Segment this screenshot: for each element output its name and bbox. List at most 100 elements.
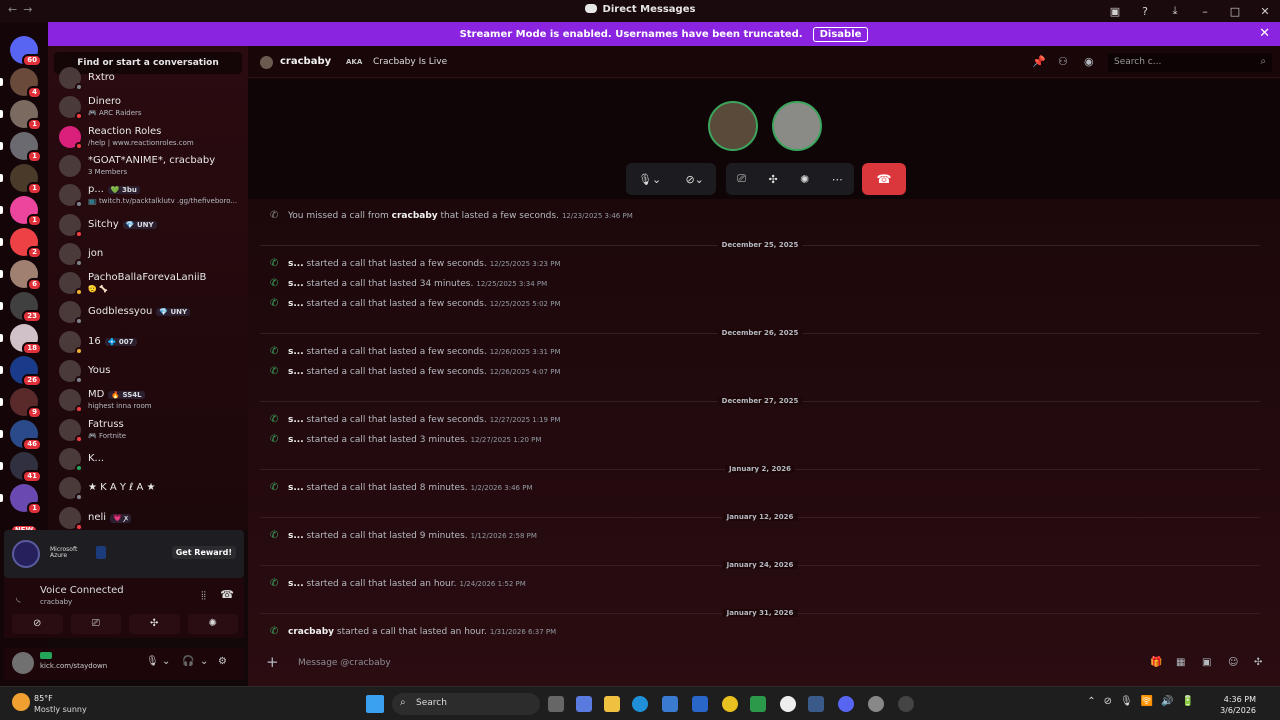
chrome-icon[interactable] <box>722 696 738 712</box>
soundboard-icon[interactable]: ✺ <box>187 614 238 634</box>
dm-item[interactable]: Fatruss 🎮 Fortnite <box>56 416 244 444</box>
message-author[interactable]: s... <box>288 415 304 425</box>
server-icon[interactable]: 18 <box>10 324 42 355</box>
dm-item[interactable]: ★ K A Y ℓ A ★ <box>56 474 244 502</box>
message-author[interactable]: s... <box>288 367 304 377</box>
apps-icon[interactable]: ✣ <box>1254 657 1262 668</box>
dm-item[interactable]: MD 🔥 SS4L highest inna room <box>56 386 244 414</box>
message-author[interactable]: s... <box>288 531 304 541</box>
signal-icon[interactable]: ◟ <box>16 590 21 604</box>
close-banner-icon[interactable]: ✕ <box>1259 26 1270 41</box>
message-timestamp[interactable]: 12/25/2025 3:23 PM <box>490 260 561 268</box>
chevron-down-icon[interactable]: ⌄ <box>162 656 170 667</box>
outlook-icon[interactable] <box>692 696 708 712</box>
server-icon[interactable]: 1 <box>10 164 42 195</box>
dm-item[interactable]: Sitchy 💎 UNY <box>56 211 244 239</box>
server-icon[interactable]: 46 <box>10 420 42 451</box>
message-timestamp[interactable]: 1/12/2026 2:58 PM <box>471 532 537 540</box>
app-icon[interactable] <box>898 696 914 712</box>
message-author[interactable]: s... <box>288 259 304 269</box>
message-author[interactable]: cracbaby <box>392 211 438 221</box>
start-button[interactable] <box>366 695 384 713</box>
server-icon[interactable]: 26 <box>10 356 42 387</box>
server-icon[interactable]: 1 <box>10 196 42 227</box>
inbox-icon[interactable]: ▣ <box>1100 5 1130 18</box>
message-timestamp[interactable]: 12/26/2025 3:31 PM <box>490 348 561 356</box>
call-participant-avatar[interactable] <box>772 101 822 151</box>
screen-share-icon[interactable]: ⎚ <box>737 172 746 186</box>
voice-status[interactable]: Voice Connected <box>40 585 124 596</box>
settings-gear-icon[interactable]: ⚙ <box>218 656 227 667</box>
copilot-icon[interactable] <box>576 696 592 712</box>
dm-item[interactable]: jon <box>56 240 244 268</box>
server-icon[interactable]: 1 <box>10 132 42 163</box>
message-author[interactable]: s... <box>288 483 304 493</box>
message-input[interactable]: Message @cracbaby <box>298 658 391 668</box>
system-tray-icons[interactable]: ⌃⊘🎙🛜🔊🔋 <box>1087 696 1202 707</box>
dm-item[interactable]: PachoBallaForevaLaniiB 🫡 🦴 <box>56 269 244 297</box>
server-icon[interactable]: 4 <box>10 68 42 99</box>
server-icon[interactable]: 1 <box>10 100 42 131</box>
excel-icon[interactable] <box>750 696 766 712</box>
message-author[interactable]: cracbaby <box>288 627 334 637</box>
message-timestamp[interactable]: 12/25/2025 3:34 PM <box>476 280 547 288</box>
camera-off-icon[interactable]: ⊘ <box>12 614 63 634</box>
dm-item[interactable]: 16 💠 007 <box>56 328 244 356</box>
clock[interactable]: 4:36 PM 3/6/2026 <box>1220 694 1256 716</box>
user-name-redacted[interactable] <box>40 652 52 659</box>
dm-item[interactable]: Rxtro <box>56 64 244 92</box>
chevron-down-icon[interactable]: ⌄ <box>200 656 208 667</box>
activities-icon[interactable]: ✣ <box>129 614 180 634</box>
gift-icon[interactable]: 🎁 <box>1150 657 1162 668</box>
sticker-icon[interactable]: ▣ <box>1202 657 1211 668</box>
edge-icon[interactable] <box>632 696 648 712</box>
search-input[interactable]: Search c... ⌕ <box>1108 53 1272 72</box>
weather-desc[interactable]: Mostly sunny <box>34 705 87 714</box>
voice-channel[interactable]: cracbaby <box>40 598 72 606</box>
message-author[interactable]: s... <box>288 579 304 589</box>
server-icon[interactable]: 41 <box>10 452 42 483</box>
settings-icon[interactable] <box>868 696 884 712</box>
disable-button[interactable]: Disable <box>812 26 869 42</box>
dm-item[interactable]: Yous <box>56 357 244 385</box>
user-avatar[interactable] <box>12 652 34 674</box>
disconnect-icon[interactable]: ☎ <box>220 588 234 601</box>
app-icon[interactable] <box>780 696 796 712</box>
maximize-button[interactable]: □ <box>1220 5 1250 18</box>
store-icon[interactable] <box>662 696 678 712</box>
file-explorer-icon[interactable] <box>604 696 620 712</box>
message-timestamp[interactable]: 12/23/2025 3:46 PM <box>562 212 633 220</box>
discord-taskbar-icon[interactable] <box>838 696 854 712</box>
message-author[interactable]: s... <box>288 299 304 309</box>
emoji-icon[interactable]: ☺ <box>1228 657 1238 668</box>
screen-share-icon[interactable]: ⎚ <box>70 614 121 634</box>
help-icon[interactable]: ? <box>1130 5 1160 18</box>
message-author[interactable]: s... <box>288 435 304 445</box>
hang-up-button[interactable]: ☎ <box>862 163 906 195</box>
server-icon[interactable]: 2 <box>10 228 42 259</box>
message-timestamp[interactable]: 1/31/2026 6:37 PM <box>490 628 556 636</box>
pin-icon[interactable]: 📌 <box>1032 55 1046 68</box>
camera-off-icon[interactable]: ⊘⌄ <box>685 173 703 186</box>
noise-suppression-icon[interactable]: ⦙⦙ <box>201 589 206 603</box>
dm-item[interactable]: Reaction Roles/help | www.reactionroles.… <box>56 123 244 151</box>
more-icon[interactable]: ⋯ <box>832 173 843 186</box>
taskbar-search[interactable]: ⌕ Search <box>392 693 540 715</box>
message-timestamp[interactable]: 12/27/2025 1:20 PM <box>471 436 542 444</box>
close-button[interactable]: ✕ <box>1250 5 1280 18</box>
activities-icon[interactable]: ✣ <box>768 173 777 186</box>
dm-item[interactable]: neli 💗 ꭗ <box>56 504 244 532</box>
minimize-button[interactable]: – <box>1190 5 1220 18</box>
download-icon[interactable]: ⤓ <box>1160 4 1190 18</box>
message-timestamp[interactable]: 12/25/2025 5:02 PM <box>490 300 561 308</box>
add-friend-icon[interactable]: ⚇ <box>1058 55 1068 68</box>
soundboard-icon[interactable]: ✺ <box>800 173 809 186</box>
server-icon[interactable]: 23 <box>10 292 42 323</box>
user-custom-status[interactable]: kick.com/staydown <box>40 662 107 670</box>
message-timestamp[interactable]: 12/27/2025 1:19 PM <box>490 416 561 424</box>
mic-icon[interactable]: 🎙 <box>146 656 159 667</box>
dm-item[interactable]: *GOAT*ANIME*, cracbaby 3 Members <box>56 152 244 180</box>
headphones-icon[interactable]: 🎧 <box>182 656 194 667</box>
dm-item[interactable]: K... <box>56 445 244 473</box>
dm-item[interactable]: Godblessyou 💎 UNY <box>56 298 244 326</box>
